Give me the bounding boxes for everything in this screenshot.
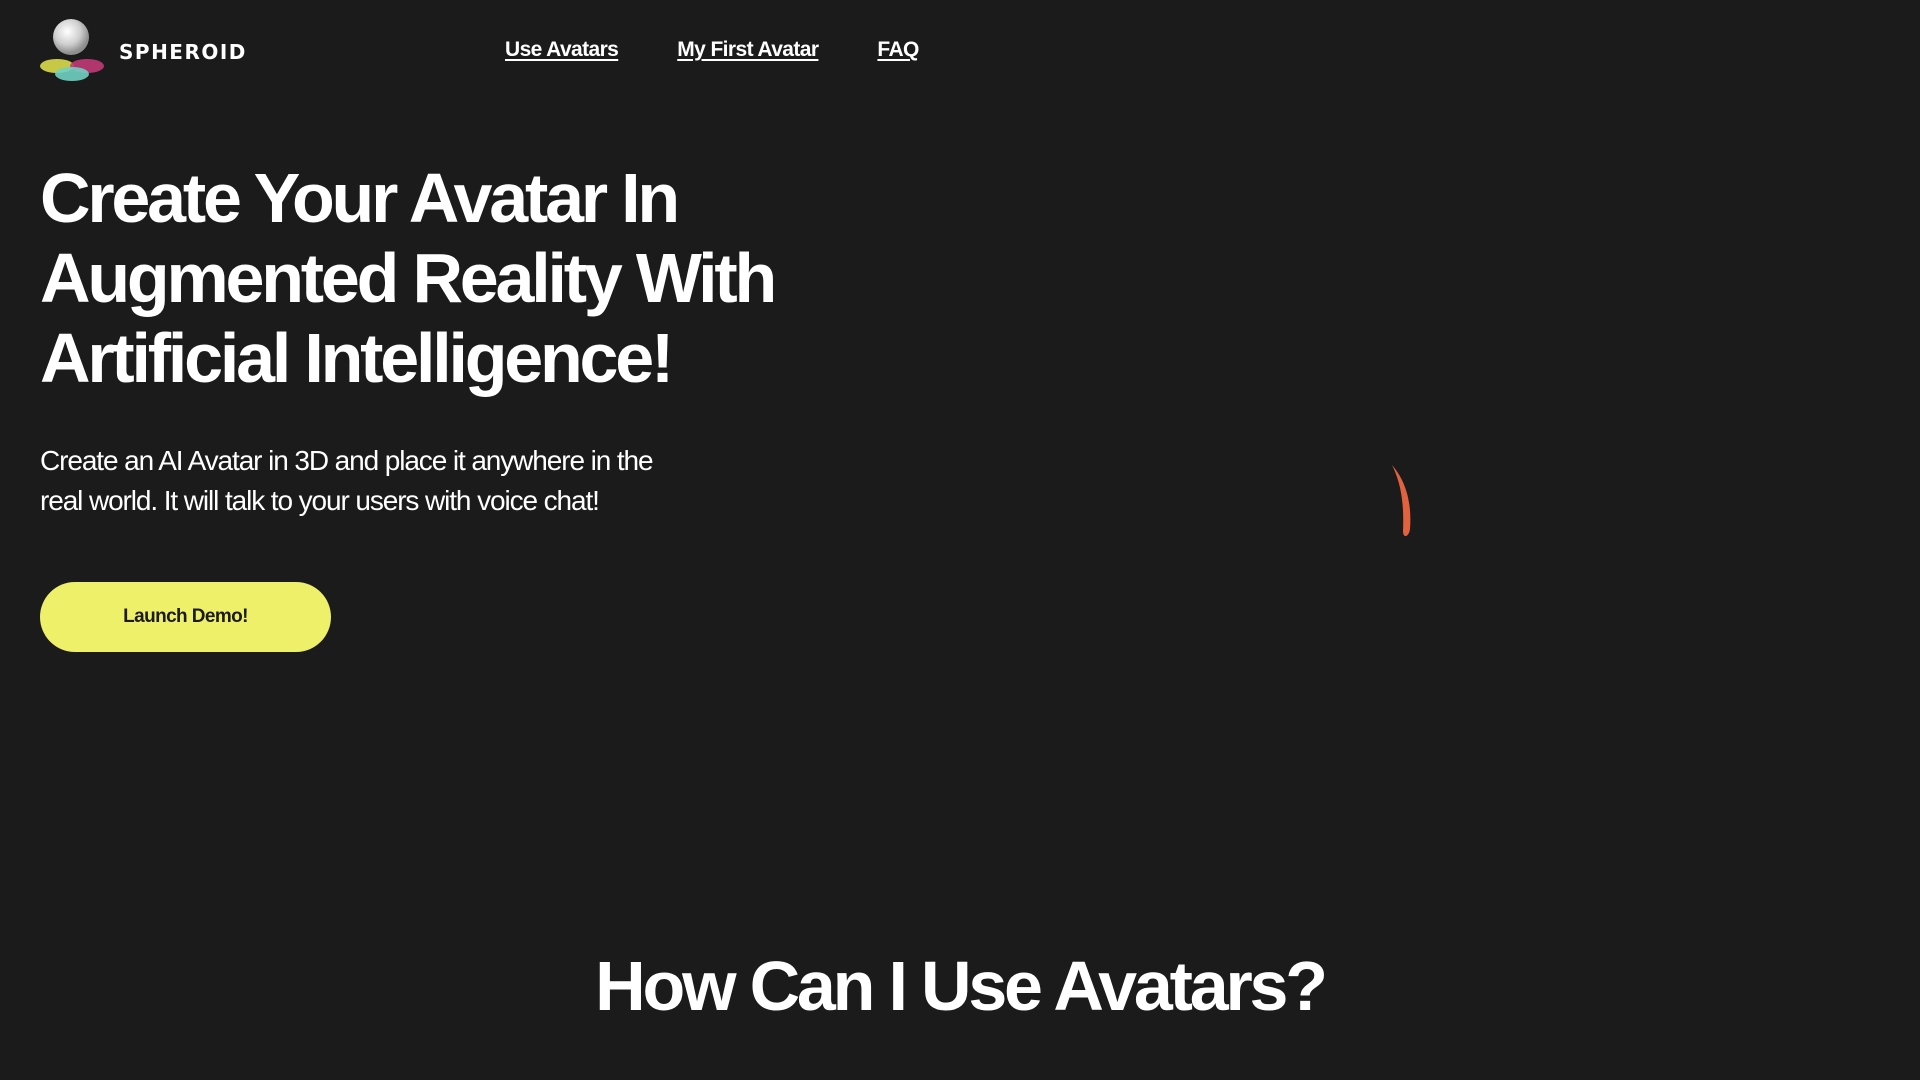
spheroid-logo-icon[interactable] (40, 18, 106, 84)
loading-spinner-icon (1392, 465, 1411, 537)
nav-link-use-avatars[interactable]: Use Avatars (505, 38, 619, 62)
nav-link-my-first-avatar[interactable]: My First Avatar (677, 38, 819, 62)
hero-title: Create Your Avatar In Augmented Reality … (40, 159, 777, 397)
hero-subtitle: Create an AI Avatar in 3D and place it a… (40, 445, 654, 516)
site-header: SPHEROID Use Avatars My First Avatar FAQ (40, 18, 1880, 84)
brand-name[interactable]: SPHEROID (119, 40, 247, 64)
section-title-how-can-i-use-avatars: How Can I Use Avatars? (595, 947, 1328, 1025)
nav-link-faq[interactable]: FAQ (877, 38, 919, 62)
main-nav: Use Avatars My First Avatar FAQ (505, 38, 919, 62)
page: SPHEROID Use Avatars My First Avatar FAQ… (0, 0, 1920, 1080)
launch-demo-button[interactable]: Launch Demo! (40, 582, 331, 652)
